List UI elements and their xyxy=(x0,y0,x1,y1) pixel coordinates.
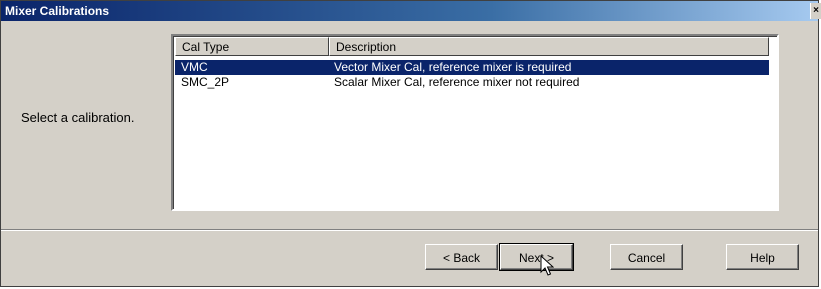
close-icon[interactable]: × xyxy=(810,3,821,19)
description-cell: Scalar Mixer Cal, reference mixer not re… xyxy=(334,75,580,89)
list-row-smc-2p[interactable]: SMC_2P Scalar Mixer Cal, reference mixer… xyxy=(175,75,769,90)
column-header-description[interactable]: Description xyxy=(329,37,769,56)
back-button[interactable]: < Back xyxy=(425,244,498,270)
next-button[interactable]: Next > xyxy=(499,243,574,271)
cancel-button[interactable]: Cancel xyxy=(610,244,683,270)
description-cell: Vector Mixer Cal, reference mixer is req… xyxy=(334,60,572,74)
cal-type-cell: SMC_2P xyxy=(181,75,230,89)
help-button[interactable]: Help xyxy=(726,244,799,270)
calibration-list[interactable]: Cal Type Description VMC Vector Mixer Ca… xyxy=(171,34,779,211)
button-separator xyxy=(1,229,818,231)
mixer-calibrations-dialog: Mixer Calibrations × Select a calibratio… xyxy=(0,0,821,287)
list-row-vmc[interactable]: VMC Vector Mixer Cal, reference mixer is… xyxy=(175,60,769,75)
column-header-cal-type[interactable]: Cal Type xyxy=(175,37,329,56)
window-title: Mixer Calibrations xyxy=(5,4,110,18)
list-header: Cal Type Description xyxy=(175,37,777,57)
title-bar[interactable]: Mixer Calibrations × xyxy=(1,1,821,21)
cal-type-cell: VMC xyxy=(181,60,208,74)
mouse-pointer-icon xyxy=(540,255,554,276)
instruction-label: Select a calibration. xyxy=(21,110,135,125)
